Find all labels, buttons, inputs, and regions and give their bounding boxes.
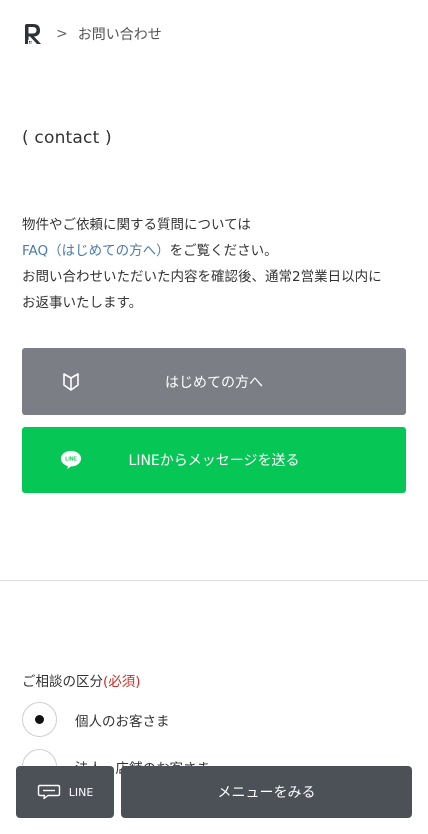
bottom-line-button[interactable]: LINE: [16, 766, 114, 818]
consult-category-label: ご相談の区分(必須): [22, 670, 141, 690]
chat-icon: [37, 784, 60, 800]
radio-button-individual[interactable]: [22, 702, 57, 737]
intro-line-2-rest: をご覧ください。: [169, 243, 278, 259]
radio-option-individual[interactable]: 個人のお客さま: [22, 702, 170, 737]
breadcrumb: > お問い合わせ: [22, 22, 162, 46]
page-title: ( contact ): [22, 128, 112, 148]
first-time-button[interactable]: はじめての方へ: [22, 348, 406, 415]
intro-text: 物件やご依頼に関する質問については FAQ（はじめての方へ）をご覧ください。 お…: [22, 212, 412, 316]
view-menu-button[interactable]: メニューをみる: [121, 766, 412, 818]
intro-line-3: お問い合わせいただいた内容を確認後、通常2営業日以内に: [22, 269, 382, 285]
bottom-bar: LINE メニューをみる: [16, 766, 412, 818]
required-label: (必須): [103, 674, 141, 690]
line-icon: LINE: [60, 449, 82, 471]
line-message-button[interactable]: LINE LINEからメッセージを送る: [22, 427, 406, 493]
intro-line-1: 物件やご依頼に関する質問については: [22, 217, 251, 233]
intro-line-4: お返事いたします。: [22, 295, 143, 311]
faq-link[interactable]: FAQ（はじめての方へ）: [22, 243, 170, 259]
breadcrumb-current: お問い合わせ: [77, 27, 162, 43]
breadcrumb-separator: >: [56, 26, 68, 42]
section-divider: [0, 580, 428, 581]
consult-category-text: ご相談の区分: [22, 674, 103, 690]
svg-text:LINE: LINE: [65, 456, 77, 462]
intro-line-2: FAQ（はじめての方へ）をご覧ください。: [22, 238, 412, 264]
beginner-mark-icon: [60, 371, 82, 393]
r-logo-icon[interactable]: [22, 22, 44, 46]
radio-selected-dot: [35, 715, 44, 724]
view-menu-label: メニューをみる: [217, 785, 316, 801]
bottom-line-label: LINE: [68, 785, 94, 799]
radio-label-individual: 個人のお客さま: [75, 713, 170, 730]
